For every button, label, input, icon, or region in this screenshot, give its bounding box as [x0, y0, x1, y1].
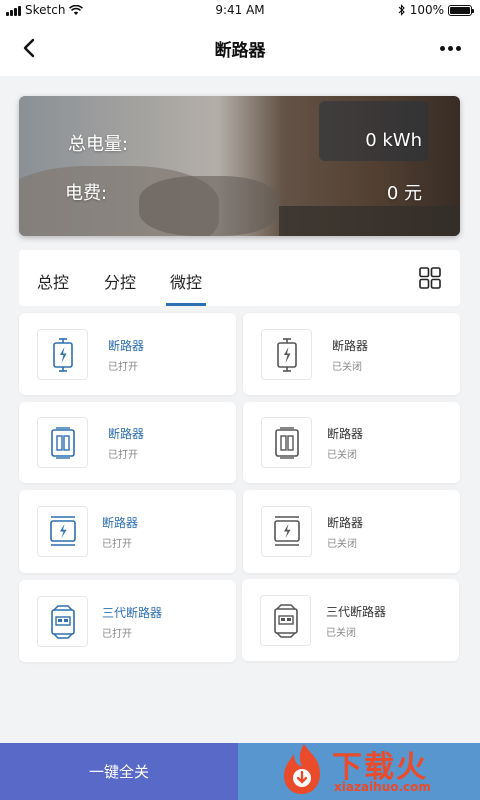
device-status: 已打开	[108, 362, 138, 373]
watermark-url: xiazaihuo.com	[334, 780, 431, 794]
device-icon-box	[260, 595, 311, 646]
total-power-row: 总电量: 0 kWh	[19, 130, 460, 160]
device-card[interactable]: 断路器 已打开	[19, 490, 236, 573]
flame-logo-icon	[284, 744, 320, 794]
device-name: 三代断路器	[326, 605, 387, 619]
device-icon-box	[37, 417, 88, 468]
nav-bar: 断路器	[0, 22, 480, 76]
breaker-lightning-icon	[276, 337, 297, 372]
banner-overlay	[19, 96, 460, 236]
device-card[interactable]: 断路器 已打开	[19, 313, 236, 395]
device-card[interactable]: 断路器 已打开	[19, 402, 236, 483]
device-status: 已关闭	[327, 539, 357, 550]
grid-view-icon[interactable]	[419, 267, 441, 289]
fee-label: 电费:	[65, 183, 108, 204]
device-name: 断路器	[327, 427, 364, 441]
tab-total-control[interactable]: 总控	[37, 269, 69, 293]
gen3-breaker-icon	[50, 604, 75, 639]
battery-percent: 100%	[409, 3, 444, 17]
fee-value: 0 元	[386, 183, 422, 204]
device-card[interactable]: 断路器 已关闭	[243, 313, 460, 395]
active-tab-indicator	[166, 303, 206, 306]
fee-row: 电费: 0 元	[19, 179, 460, 209]
battery-icon	[448, 4, 474, 16]
device-status: 已打开	[102, 629, 132, 640]
device-name: 断路器	[108, 427, 145, 441]
breaker-panel-icon	[49, 515, 76, 546]
device-name: 断路器	[102, 516, 139, 530]
breaker-lightning-icon	[52, 337, 73, 372]
battery-fill	[450, 6, 470, 14]
more-dot	[455, 45, 461, 51]
watermark: 下载火 xiazaihuo.com	[276, 740, 476, 800]
device-status: 已打开	[102, 539, 132, 550]
device-icon-box	[37, 329, 88, 380]
page-title: 断路器	[214, 41, 266, 61]
all-off-label: 一键全关	[88, 763, 149, 781]
device-card[interactable]: 三代断路器 已关闭	[242, 579, 459, 661]
device-icon-box	[261, 417, 312, 468]
more-dot	[447, 45, 453, 51]
device-icon-box	[261, 329, 312, 380]
device-status: 已关闭	[327, 450, 357, 461]
total-power-label: 总电量:	[68, 134, 129, 155]
device-name: 三代断路器	[102, 606, 163, 620]
breaker-switch-icon	[274, 426, 299, 459]
device-name: 断路器	[332, 339, 369, 353]
device-icon-box	[37, 506, 88, 557]
device-name: 断路器	[108, 339, 145, 353]
total-power-value: 0 kWh	[365, 130, 422, 151]
tab-sub-control[interactable]: 分控	[104, 269, 136, 293]
device-card[interactable]: 三代断路器 已打开	[19, 580, 236, 662]
tab-bar: 总控 分控 微控	[19, 250, 460, 306]
device-icon-box	[261, 506, 312, 557]
energy-banner: 总电量: 0 kWh 电费: 0 元	[19, 96, 460, 236]
device-status: 已关闭	[332, 362, 362, 373]
gen3-breaker-icon	[273, 603, 298, 638]
device-card[interactable]: 断路器 已关闭	[243, 490, 460, 573]
status-right: 100%	[398, 3, 474, 17]
bluetooth-icon	[398, 4, 405, 16]
device-status: 已关闭	[326, 628, 356, 639]
device-card[interactable]: 断路器 已关闭	[243, 402, 460, 483]
breaker-switch-icon	[50, 426, 75, 459]
status-bar: Sketch 9:41 AM 100%	[0, 0, 480, 22]
device-status: 已打开	[108, 450, 138, 461]
breaker-panel-icon	[273, 515, 300, 546]
more-button[interactable]	[436, 34, 464, 62]
device-name: 断路器	[327, 516, 364, 530]
more-dot	[439, 45, 445, 51]
tab-micro-control[interactable]: 微控	[170, 269, 202, 293]
all-off-button[interactable]: 一键全关	[0, 743, 238, 800]
device-icon-box	[37, 596, 88, 647]
